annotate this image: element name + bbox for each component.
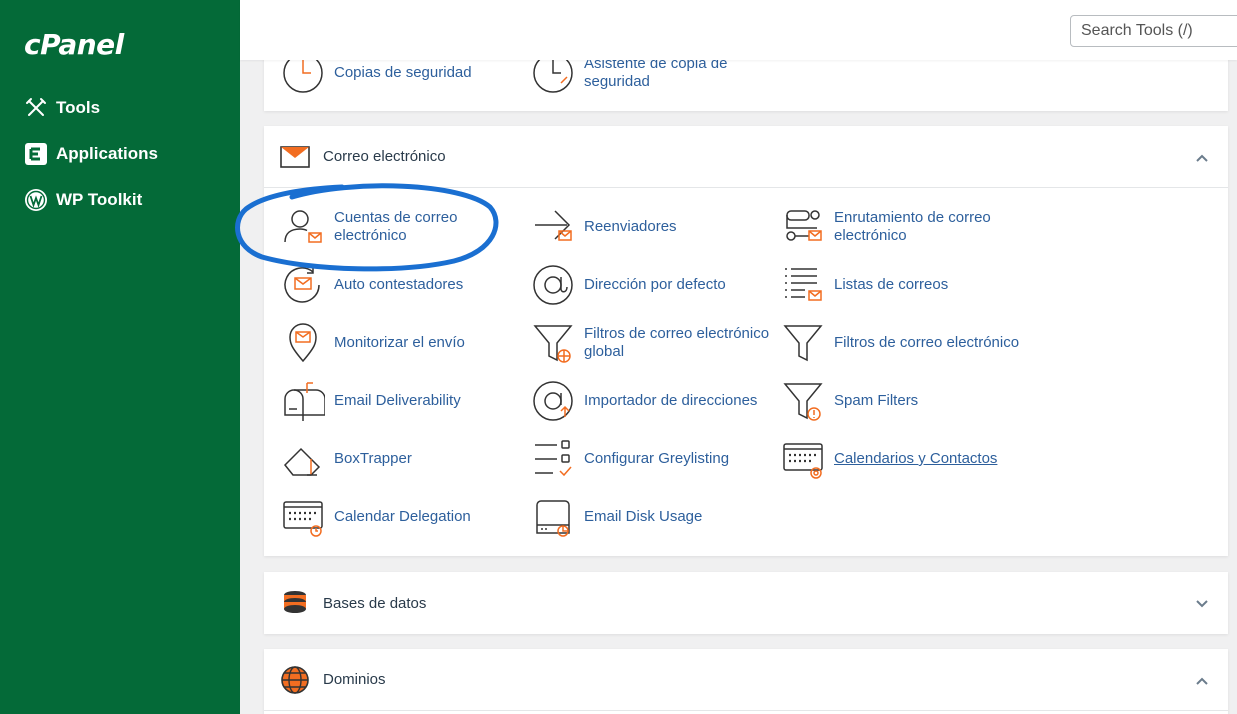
databases-panel-header[interactable]: Bases de datos: [264, 572, 1228, 634]
item-label: BoxTrapper: [334, 450, 412, 467]
item-label: Monitorizar el envío: [334, 334, 465, 351]
email-filters-tool[interactable]: Filtros de correo electrónico: [780, 320, 1025, 366]
sidebar-nav: Tools Applications WP Toolkit: [24, 94, 158, 232]
item-label: Cuentas de correo electrónico: [334, 209, 458, 244]
chevron-down-icon[interactable]: [1194, 596, 1210, 612]
sidebar-item-applications[interactable]: Applications: [24, 140, 158, 168]
address-importer-tool[interactable]: Importador de direcciones: [530, 378, 775, 424]
calendars-contacts-icon: [780, 436, 826, 482]
calendar-delegation-icon: [280, 494, 326, 540]
email-envelope-icon: [280, 142, 310, 172]
forwarders-tool[interactable]: Reenviadores: [530, 204, 775, 250]
greylisting-tool[interactable]: Configurar Greylisting: [530, 436, 775, 482]
global-email-filters-tool[interactable]: Filtros de correo electrónico global: [530, 320, 775, 366]
email-panel-title: Correo electrónico: [323, 148, 446, 165]
calendars-contacts-tool[interactable]: Calendarios y Contactos: [780, 436, 1025, 482]
domains-panel: Dominios: [264, 649, 1228, 714]
item-label: Importador de direcciones: [584, 392, 758, 409]
email-routing-tool[interactable]: Enrutamiento de correo electrónico: [780, 204, 1025, 250]
email-deliverability-tool[interactable]: Email Deliverability: [280, 378, 525, 424]
databases-panel-title: Bases de datos: [323, 594, 427, 612]
sidebar-item-wp-toolkit[interactable]: WP Toolkit: [24, 186, 158, 214]
item-label: Spam Filters: [834, 392, 919, 409]
item-label: Filtros de correo electrónico: [834, 334, 1020, 351]
default-address-tool[interactable]: Dirección por defecto: [530, 262, 775, 308]
item-label: Email Disk Usage: [584, 508, 703, 525]
sidebar: cPanel Tools Applications WP Toolkit: [0, 0, 240, 714]
item-label: Configurar Greylisting: [584, 450, 730, 467]
default-address-icon: [530, 262, 576, 308]
item-label: Filtros de correo electrónico global: [584, 325, 770, 360]
sidebar-item-label: WP Toolkit: [56, 190, 143, 209]
boxtrapper-icon: [280, 436, 326, 482]
email-disk-usage-tool[interactable]: Email Disk Usage: [530, 494, 775, 540]
item-label: Enrutamiento de correo electrónico: [834, 209, 991, 244]
item-label: Listas de correos: [834, 276, 949, 293]
applications-icon: [24, 142, 48, 166]
mailing-lists-icon: [780, 262, 826, 308]
sidebar-item-tools[interactable]: Tools: [24, 94, 158, 122]
domains-panel-header[interactable]: Dominios: [264, 649, 1228, 711]
email-panel-header[interactable]: Correo electrónico: [264, 126, 1228, 188]
forwarders-icon: [530, 204, 576, 250]
databases-icon: [280, 588, 310, 618]
email-deliverability-icon: [280, 378, 326, 424]
sidebar-item-label: Applications: [56, 144, 159, 163]
track-delivery-icon: [280, 320, 326, 366]
item-label: Auto contestadores: [334, 276, 464, 293]
top-header: [240, 0, 1237, 60]
item-label: Reenviadores: [584, 218, 677, 235]
greylisting-icon: [530, 436, 576, 482]
tools-icon: [24, 96, 48, 120]
sidebar-item-label: Tools: [56, 98, 101, 117]
address-importer-icon: [530, 378, 576, 424]
item-label: Copias de seguridad: [334, 64, 472, 81]
email-accounts-tool[interactable]: Cuentas de correo electrónico: [280, 204, 525, 250]
email-routing-icon: [780, 204, 826, 250]
mailing-lists-tool[interactable]: Listas de correos: [780, 262, 1025, 308]
item-label: Calendarios y Contactos: [834, 450, 998, 467]
boxtrapper-tool[interactable]: BoxTrapper: [280, 436, 525, 482]
track-delivery-tool[interactable]: Monitorizar el envío: [280, 320, 525, 366]
wordpress-icon: [24, 188, 48, 212]
domains-globe-icon: [280, 665, 310, 695]
chevron-up-icon[interactable]: [1194, 150, 1210, 166]
databases-panel: Bases de datos: [264, 572, 1228, 634]
item-label: Email Deliverability: [334, 392, 461, 409]
spam-filters-icon: [780, 378, 826, 424]
search-tools-input[interactable]: [1070, 15, 1237, 47]
item-label: Calendar Delegation: [334, 508, 471, 525]
email-panel: Correo electrónico Cuentas de correo ele…: [264, 126, 1228, 556]
email-filters-icon: [780, 320, 826, 366]
global-filters-icon: [530, 320, 576, 366]
domains-panel-title: Dominios: [323, 671, 386, 688]
item-label: Asistente de copia de seguridad: [584, 55, 728, 90]
chevron-up-icon[interactable]: [1194, 673, 1210, 689]
email-accounts-icon: [280, 204, 326, 250]
email-disk-usage-icon: [530, 494, 576, 540]
spam-filters-tool[interactable]: Spam Filters: [780, 378, 1025, 424]
main-content: Copias de seguridad Asistente de copia d…: [240, 0, 1237, 714]
cpanel-logo[interactable]: cPanel: [24, 28, 124, 61]
item-label: Dirección por defecto: [584, 276, 726, 293]
calendar-delegation-tool[interactable]: Calendar Delegation: [280, 494, 525, 540]
autoresponders-icon: [280, 262, 326, 308]
autoresponders-tool[interactable]: Auto contestadores: [280, 262, 525, 308]
